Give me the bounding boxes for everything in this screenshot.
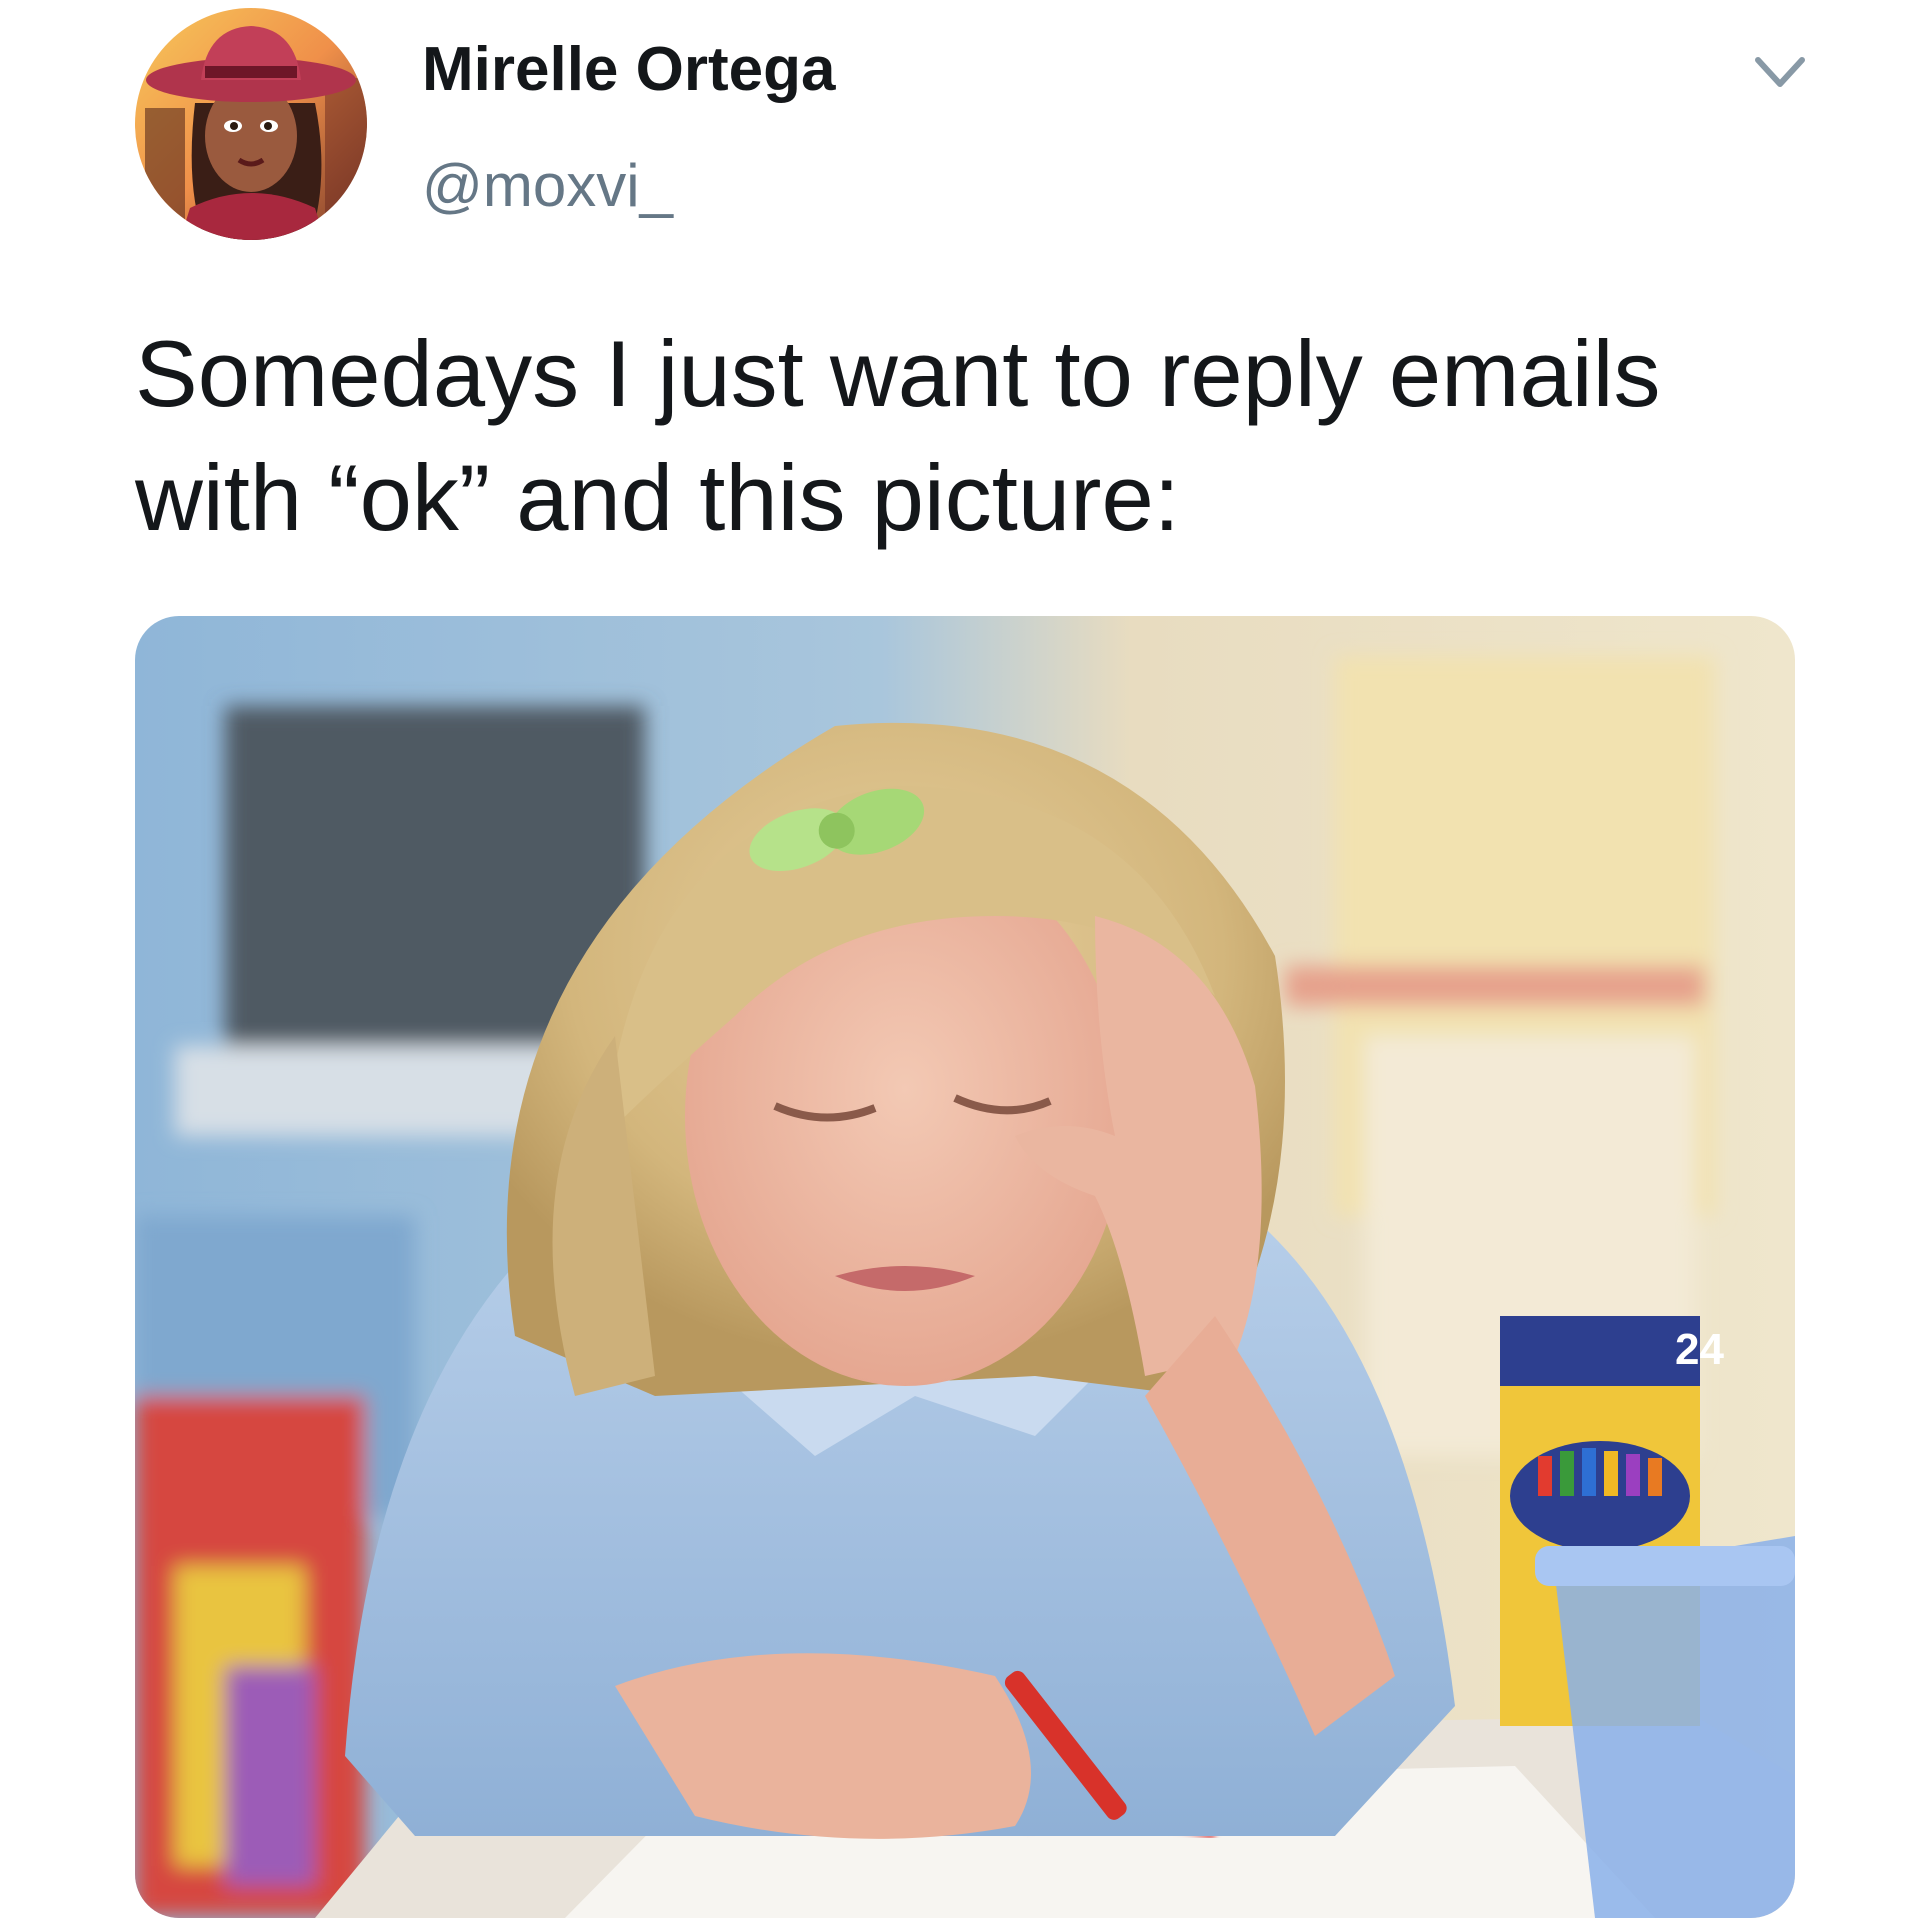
tweet-text-line-2: with “ok” and this picture: xyxy=(135,445,1180,550)
tweet-text: Somedays I just want to reply emails wit… xyxy=(135,312,1835,560)
crying-girl-photo: 24 xyxy=(135,616,1795,1918)
tweet-media-photo[interactable]: 24 xyxy=(135,616,1795,1918)
author-handle[interactable]: @moxvi_ xyxy=(422,148,673,224)
avatar-image xyxy=(135,8,367,240)
tweet-text-line-1: Somedays I just want to reply emails xyxy=(135,321,1661,426)
avatar[interactable] xyxy=(135,8,367,240)
tweet-card: Mirelle Ortega @moxvi_ Somedays I just w… xyxy=(0,0,1920,1920)
crayon-box-label: 24 xyxy=(1675,1325,1724,1374)
author-display-name[interactable]: Mirelle Ortega xyxy=(422,30,835,110)
chevron-down-icon[interactable] xyxy=(1752,48,1808,96)
